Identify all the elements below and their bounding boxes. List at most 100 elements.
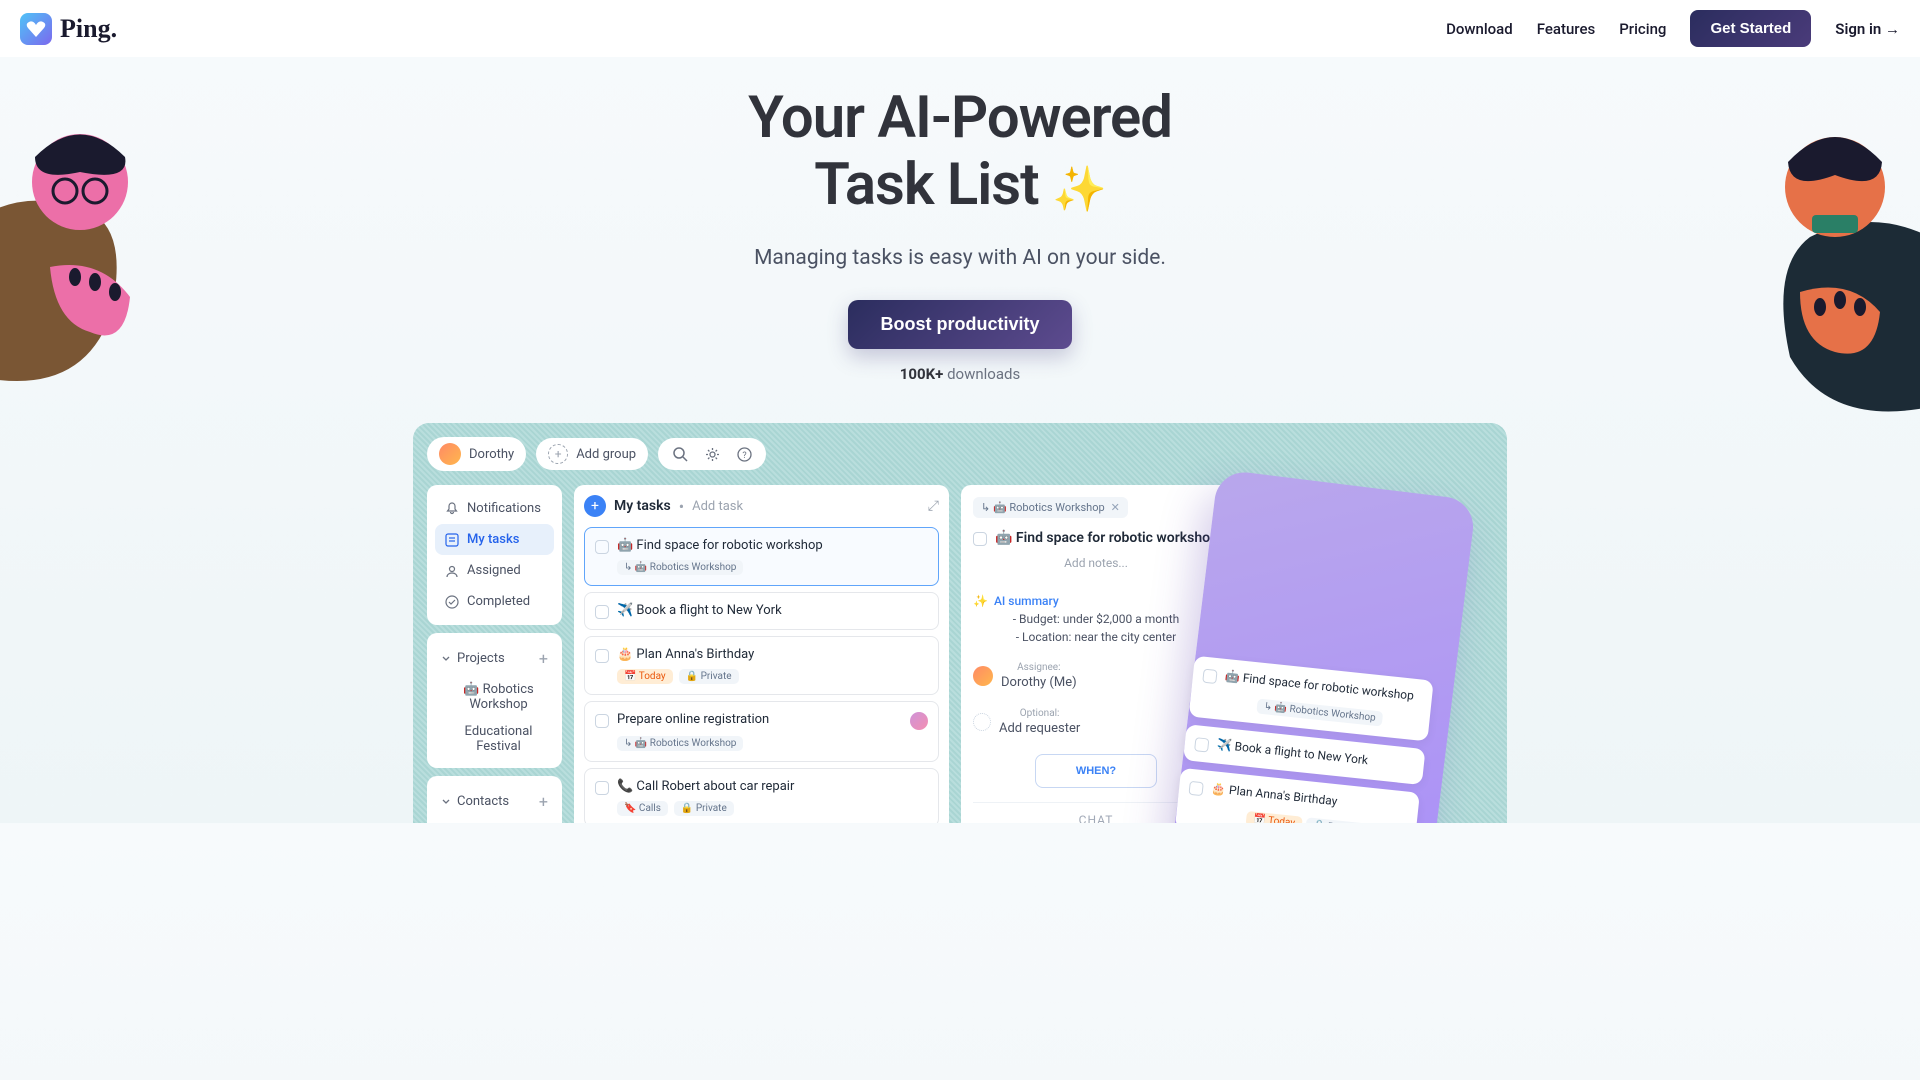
hero-title-l2: Task List [814,151,1038,219]
expand-icon[interactable]: ⤢ [928,498,939,514]
checkbox[interactable] [595,649,609,663]
add-group-label: Add group [576,447,636,462]
task-tag: 📅 Today [1246,811,1303,823]
sidebar-item-label: Notifications [467,501,541,516]
signin-link[interactable]: Sign in → [1835,20,1900,38]
sidebar-item-assigned[interactable]: Assigned [435,555,554,586]
gear-icon[interactable] [702,444,722,464]
add-person-icon [973,713,991,731]
character-right-illustration [1740,117,1920,447]
optional-meta[interactable]: Optional: Add requester [973,708,1219,736]
sidebar-item-label: Completed [467,594,530,609]
sidebar-contacts: Contacts + Recently used Anna [427,776,562,823]
ai-bullet: - Budget: under $2,000 a month [973,612,1219,626]
username: Dorothy [469,447,514,462]
task-tag[interactable]: 🔖 Calls [617,801,668,816]
task-tag[interactable]: ↳ 🤖 Robotics Workshop [617,560,743,575]
task-list-panel: + My tasks • Add task ⤢ 🤖 Find space for… [574,485,949,823]
bell-icon [445,502,459,516]
check-icon [445,595,459,609]
task-title: 🤖 Find space for robotic workshop [617,538,823,553]
checkbox[interactable] [595,605,609,619]
app-preview: Dorothy + Add group ? Notifications [413,423,1507,823]
checkbox [1188,781,1203,796]
logo-icon [20,13,52,45]
panel-title: My tasks [614,498,671,514]
breadcrumb-label: ↳ 🤖 Robotics Workshop [981,501,1105,514]
ai-summary-header: ✨ AI summary [973,594,1219,608]
contacts-header[interactable]: Contacts + [435,784,554,819]
hero: Your AI-Powered Task List ✨ Managing tas… [0,57,1920,823]
recently-used-label: Recently used [435,819,554,823]
checkbox [1202,669,1217,684]
user-pill[interactable]: Dorothy [427,437,526,471]
breadcrumb[interactable]: ↳ 🤖 Robotics Workshop ✕ [973,497,1128,518]
sidebar-item-mytasks[interactable]: My tasks [435,524,554,555]
sidebar: Notifications My tasks Assigned Complete… [427,485,562,823]
assignee-avatar [910,712,928,730]
meta-label: Assignee: [1001,662,1077,673]
task-item[interactable]: 🤖 Find space for robotic workshop ↳ 🤖 Ro… [584,527,939,586]
project-item[interactable]: 🤖 Robotics Workshop [435,676,554,718]
plus-icon[interactable]: + [539,649,548,668]
logo[interactable]: Ping. [20,13,117,45]
chevron-down-icon [441,797,451,807]
sidebar-main-nav: Notifications My tasks Assigned Complete… [427,485,562,625]
help-icon[interactable]: ? [734,444,754,464]
downloads-count: 100K+ [900,365,944,383]
checkbox[interactable] [595,714,609,728]
hero-subtitle: Managing tasks is easy with AI on your s… [20,246,1900,270]
task-item[interactable]: ✈️ Book a flight to New York [584,592,939,630]
task-tag[interactable]: ↳ 🤖 Robotics Workshop [617,736,743,751]
ai-bullet: - Location: near the city center [973,630,1219,644]
task-item[interactable]: Prepare online registration ↳ 🤖 Robotics… [584,701,939,762]
get-started-button[interactable]: Get Started [1690,10,1811,47]
add-task-link[interactable]: Add task [692,499,743,514]
avatar [973,666,993,686]
task-list-header: + My tasks • Add task ⤢ [584,495,939,517]
hero-title: Your AI-Powered Task List ✨ [20,85,1900,218]
assignee-meta[interactable]: Assignee: Dorothy (Me) [973,662,1219,690]
task-item[interactable]: 📞 Call Robert about car repair 🔖 Calls 🔒… [584,768,939,823]
nav-features[interactable]: Features [1537,20,1595,38]
section-label: Projects [457,651,505,666]
nav-download[interactable]: Download [1446,20,1513,38]
sidebar-item-label: My tasks [467,532,519,547]
add-group-pill[interactable]: + Add group [536,438,648,470]
chevron-down-icon [441,654,451,664]
task-tag[interactable]: 🔒 Private [674,801,734,816]
task-tag[interactable]: 📅 Today [617,669,673,684]
when-button[interactable]: WHEN? [1035,754,1157,788]
search-icon[interactable] [670,444,690,464]
nav-pricing[interactable]: Pricing [1619,20,1666,38]
task-title: ✈️ Book a flight to New York [1216,738,1369,768]
sparkle-icon: ✨ [973,594,988,608]
meta-value: Dorothy (Me) [1001,675,1077,690]
boost-productivity-button[interactable]: Boost productivity [848,300,1071,349]
character-left-illustration [0,117,160,447]
checkbox[interactable] [973,532,987,546]
sidebar-item-label: Assigned [467,563,521,578]
sidebar-item-notifications[interactable]: Notifications [435,493,554,524]
checkbox[interactable] [595,540,609,554]
projects-header[interactable]: Projects + [435,641,554,676]
sidebar-item-completed[interactable]: Completed [435,586,554,617]
meta-label: Optional: [999,708,1080,719]
phone-task-list: 🤖 Find space for robotic workshop ↳ 🤖 Ro… [1175,654,1434,823]
add-task-icon[interactable]: + [584,495,606,517]
top-nav: Download Features Pricing Get Started Si… [1446,10,1900,47]
task-item[interactable]: 🎂 Plan Anna's Birthday 📅 Today 🔒 Private [584,636,939,695]
downloads-stat: 100K+ downloads [20,365,1900,383]
task-title: 🎂 Plan Anna's Birthday [617,647,754,662]
notes-placeholder[interactable]: Add notes... [973,556,1219,570]
task-tag[interactable]: 🔒 Private [679,669,739,684]
close-icon[interactable]: ✕ [1111,501,1120,514]
detail-title-row: 🤖 Find space for robotic workshop [973,530,1219,546]
checkbox[interactable] [595,781,609,795]
hero-cta: Boost productivity [20,300,1900,349]
downloads-label: downloads [947,365,1020,383]
plus-icon[interactable]: + [539,792,548,811]
plus-icon: + [548,444,568,464]
project-item[interactable]: Educational Festival [435,718,554,760]
user-icon [445,564,459,578]
